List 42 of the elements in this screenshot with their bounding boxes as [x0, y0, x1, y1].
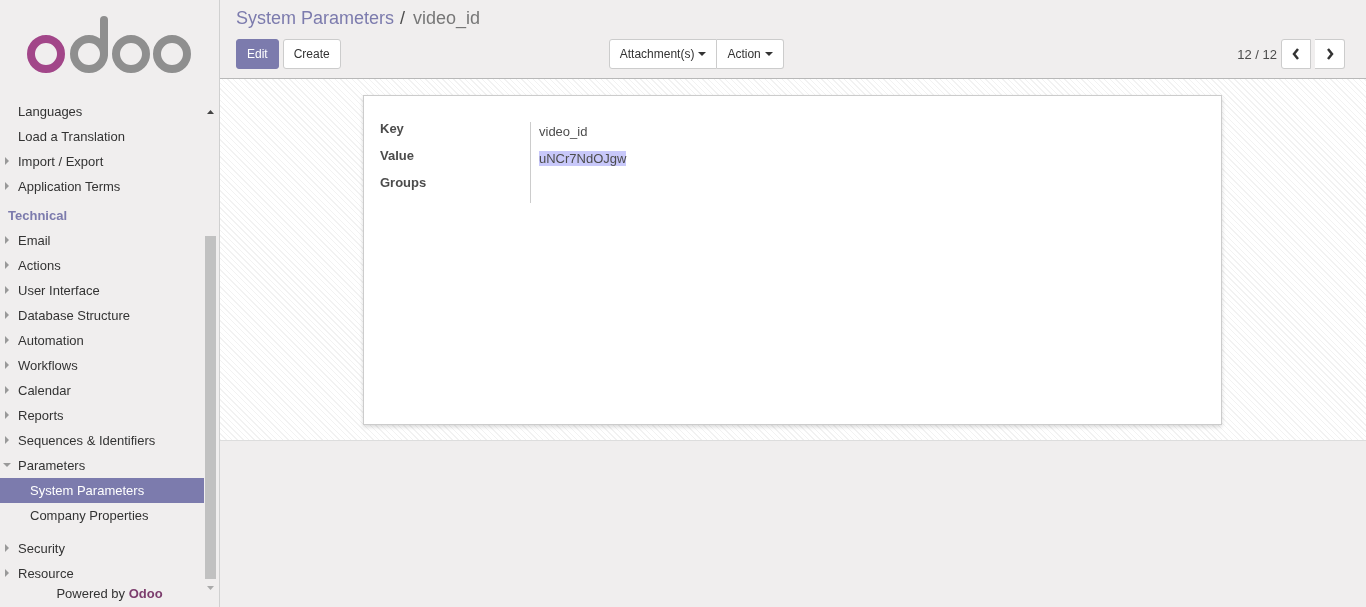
- menu-item[interactable]: Automation: [0, 328, 204, 353]
- pager-counter: 12 / 12: [1237, 46, 1277, 62]
- menu-item[interactable]: Database Structure: [0, 303, 204, 328]
- menu-item[interactable]: Email: [0, 228, 204, 253]
- menu-item[interactable]: Sequences & Identifiers: [0, 428, 204, 453]
- field-value: uNCr7NdOJgw: [539, 151, 627, 166]
- caret-down-icon: [764, 52, 773, 56]
- menu-item[interactable]: System Parameters: [0, 478, 204, 503]
- field-label: Key: [380, 121, 404, 136]
- edit-button[interactable]: Edit: [236, 39, 279, 69]
- field-label: Groups: [380, 175, 427, 190]
- chevron-right-icon: [1325, 48, 1334, 60]
- menu-item[interactable]: Load a Translation: [0, 124, 204, 149]
- menu-item[interactable]: Security: [0, 536, 204, 561]
- menu-item[interactable]: Languages: [0, 99, 204, 124]
- breadcrumb-link[interactable]: System Parameters: [236, 8, 395, 29]
- previous-button[interactable]: [1281, 39, 1311, 69]
- breadcrumb-current: video_id: [413, 8, 481, 29]
- menu-item[interactable]: Calendar: [0, 378, 204, 403]
- create-button[interactable]: Create: [282, 39, 341, 69]
- menu-item[interactable]: Application Terms: [0, 174, 204, 199]
- menu-item[interactable]: Parameters: [0, 453, 204, 478]
- next-button[interactable]: [1315, 39, 1345, 69]
- dropdown-button[interactable]: Attachment(s): [608, 39, 718, 69]
- menu-item[interactable]: Reports: [0, 403, 204, 428]
- menu-item[interactable]: User Interface: [0, 278, 204, 303]
- field-label: Value: [380, 148, 414, 163]
- scrollbar-thumb[interactable]: [205, 236, 216, 579]
- field-value: video_id: [539, 124, 588, 139]
- menu-item[interactable]: Import / Export: [0, 149, 204, 174]
- footer-text: Powered by: [56, 586, 126, 601]
- breadcrumb-separator: /: [400, 8, 406, 29]
- menu-item[interactable]: Company Properties: [0, 503, 204, 528]
- caret-down-icon: [698, 52, 707, 56]
- scroll-up-icon[interactable]: [205, 108, 216, 116]
- footer-link[interactable]: Odoo: [128, 586, 163, 601]
- chevron-left-icon: [1292, 48, 1300, 60]
- menu-item[interactable]: Resource: [0, 561, 204, 586]
- dropdown-button[interactable]: Action: [717, 39, 784, 69]
- menu-item[interactable]: Actions: [0, 253, 204, 278]
- menu-item[interactable]: Workflows: [0, 353, 204, 378]
- menu-section-title: Technical: [7, 206, 68, 225]
